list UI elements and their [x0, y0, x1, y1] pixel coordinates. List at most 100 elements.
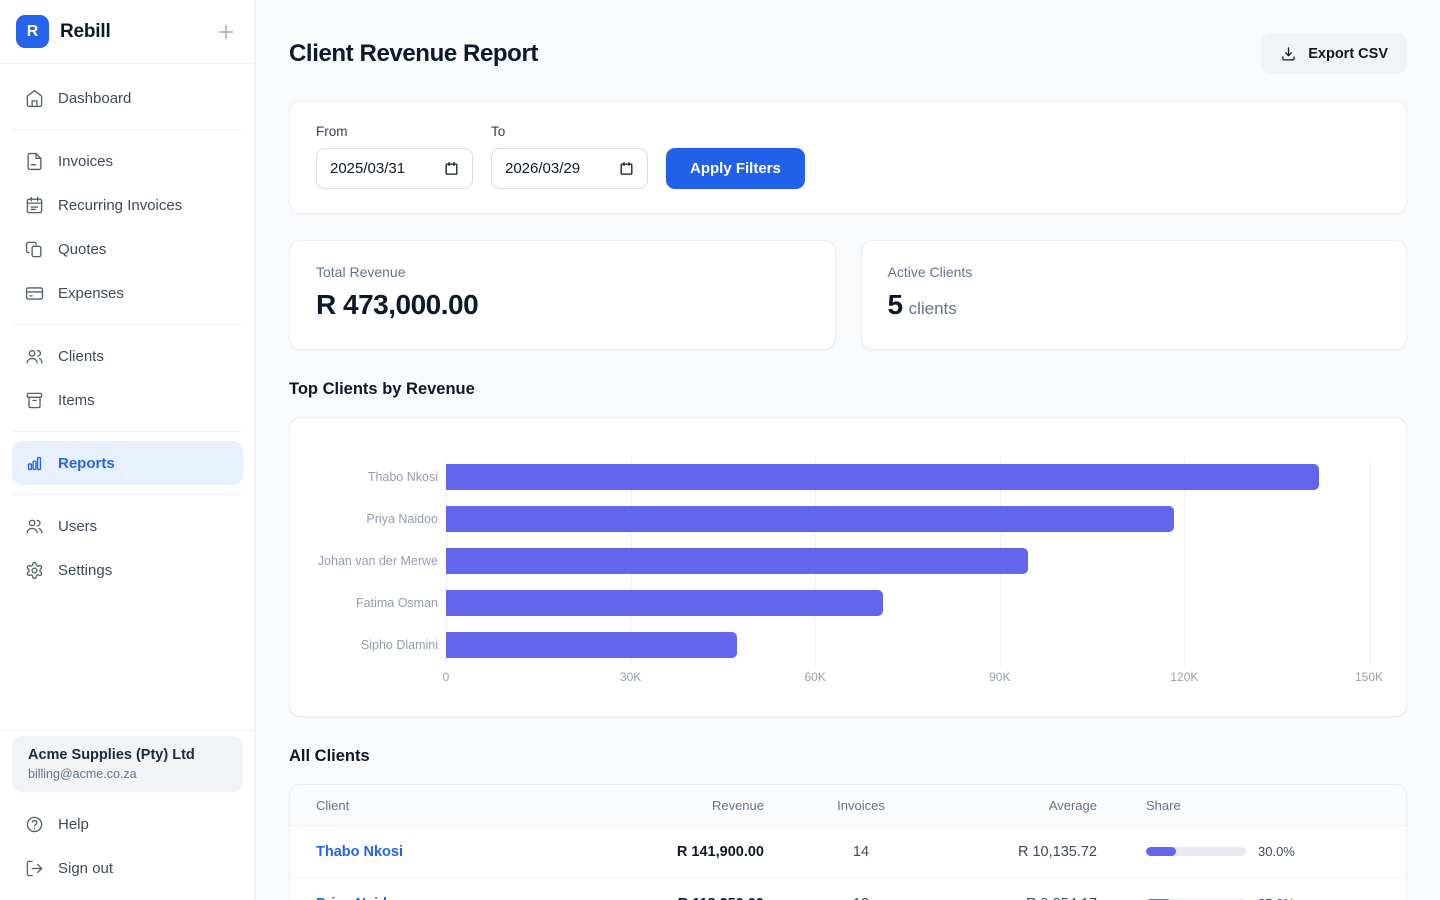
- chart-section-title: Top Clients by Revenue: [289, 380, 1407, 399]
- sidebar-item-label: Expenses: [58, 285, 124, 302]
- chart-bar-row: Johan van der Merwe: [446, 548, 1369, 574]
- sidebar-item-label: Settings: [58, 562, 112, 579]
- active-clients-suffix: clients: [909, 299, 957, 318]
- calendar-icon: [25, 196, 44, 215]
- revenue-cell: R 118,250.00: [616, 896, 764, 900]
- sidebar-item-settings[interactable]: Settings: [12, 548, 243, 592]
- sidebar-item-recurring-invoices[interactable]: Recurring Invoices: [12, 183, 243, 227]
- revenue-bar-chart: Thabo Nkosi Priya Naidoo Johan van der M…: [446, 464, 1369, 658]
- total-revenue-label: Total Revenue: [316, 264, 809, 280]
- filter-card: From 2025/03/31 To 2026/03/29 Apply Filt…: [289, 100, 1407, 214]
- app-logo: R: [16, 15, 49, 48]
- table-header-row: Client Revenue Invoices Average Share: [290, 785, 1406, 826]
- chart-bar-row: Sipho Dlamini: [446, 632, 1369, 658]
- sidebar-item-label: Quotes: [58, 241, 106, 258]
- chart-bar: [446, 464, 1319, 490]
- client-link[interactable]: Priya Naidoo: [316, 896, 616, 900]
- to-date-input[interactable]: 2026/03/29: [491, 148, 648, 189]
- average-cell: R 9,854.17: [958, 896, 1097, 900]
- main-content: Client Revenue Report Export CSV From 20…: [256, 0, 1440, 900]
- share-fill: [1146, 847, 1176, 856]
- help-button[interactable]: Help: [12, 802, 243, 846]
- from-label: From: [316, 124, 473, 139]
- plus-icon: [215, 21, 237, 43]
- chart-category-label: Priya Naidoo: [366, 512, 438, 526]
- clients-table: Client Revenue Invoices Average Share Th…: [289, 784, 1407, 900]
- share-label: 30.0%: [1258, 844, 1295, 859]
- total-revenue-value: R 473,000.00: [316, 289, 809, 321]
- chart-bar-row: Thabo Nkosi: [446, 464, 1369, 490]
- calendar-picker-icon[interactable]: [444, 161, 459, 176]
- nav-divider: [13, 324, 242, 325]
- export-csv-label: Export CSV: [1308, 46, 1388, 62]
- to-field: To 2026/03/29: [491, 124, 648, 189]
- client-link[interactable]: Thabo Nkosi: [316, 844, 616, 860]
- download-icon: [1280, 45, 1297, 62]
- sidebar-item-label: Recurring Invoices: [58, 197, 182, 214]
- page-title: Client Revenue Report: [289, 40, 538, 68]
- share-label: 25.0%: [1258, 896, 1295, 900]
- chart-bar: [446, 548, 1028, 574]
- sidebar-item-label: Invoices: [58, 153, 113, 170]
- home-icon: [25, 89, 44, 108]
- table-row: Thabo Nkosi R 141,900.00 14 R 10,135.72 …: [290, 826, 1406, 878]
- stats-row: Total Revenue R 473,000.00 Active Client…: [289, 240, 1407, 350]
- sidebar-item-reports[interactable]: Reports: [12, 441, 243, 485]
- chart-bar: [446, 590, 883, 616]
- from-date-input[interactable]: 2025/03/31: [316, 148, 473, 189]
- add-button[interactable]: [215, 21, 237, 43]
- export-csv-button[interactable]: Export CSV: [1261, 33, 1407, 74]
- sidebar-header: R Rebill: [0, 0, 255, 64]
- calendar-picker-icon[interactable]: [619, 161, 634, 176]
- sidebar-item-invoices[interactable]: Invoices: [12, 139, 243, 183]
- sign-out-label: Sign out: [58, 860, 113, 877]
- revenue-cell: R 141,900.00: [616, 844, 764, 860]
- sidebar-item-quotes[interactable]: Quotes: [12, 227, 243, 271]
- to-date-value: 2026/03/29: [505, 160, 580, 177]
- invoices-cell: 14: [764, 844, 958, 860]
- share-cell: 25.0%: [1097, 896, 1380, 900]
- share-progress-track: [1146, 847, 1246, 856]
- sidebar-item-clients[interactable]: Clients: [12, 334, 243, 378]
- sidebar-item-label: Users: [58, 518, 97, 535]
- apply-filters-button[interactable]: Apply Filters: [666, 148, 805, 189]
- total-revenue-card: Total Revenue R 473,000.00: [289, 240, 836, 350]
- chart-category-label: Fatima Osman: [356, 596, 438, 610]
- from-field: From 2025/03/31: [316, 124, 473, 189]
- sidebar-item-items[interactable]: Items: [12, 378, 243, 422]
- column-header-invoices: Invoices: [764, 798, 958, 813]
- sidebar-item-users[interactable]: Users: [12, 504, 243, 548]
- chart-tick-label: 0: [443, 670, 450, 684]
- sidebar-item-dashboard[interactable]: Dashboard: [12, 76, 243, 120]
- column-header-revenue: Revenue: [616, 798, 764, 813]
- app-logo-letter: R: [27, 23, 39, 41]
- nav-divider: [13, 494, 242, 495]
- chart-tick-label: 90K: [989, 670, 1010, 684]
- help-label: Help: [58, 816, 89, 833]
- sign-out-icon: [25, 859, 44, 878]
- column-header-share: Share: [1097, 798, 1380, 813]
- archive-icon: [25, 391, 44, 410]
- credit-card-icon: [25, 284, 44, 303]
- file-icon: [25, 152, 44, 171]
- average-cell: R 10,135.72: [958, 844, 1097, 860]
- app-name: Rebill: [60, 21, 111, 43]
- chart-bar-row: Priya Naidoo: [446, 506, 1369, 532]
- nav-divider: [13, 431, 242, 432]
- sign-out-button[interactable]: Sign out: [12, 846, 243, 890]
- chart-bar: [446, 632, 737, 658]
- users-icon: [25, 517, 44, 536]
- company-name: Acme Supplies (Pty) Ltd: [28, 747, 227, 763]
- chart-category-label: Johan van der Merwe: [318, 554, 438, 568]
- clients-icon: [25, 347, 44, 366]
- table-section-title: All Clients: [289, 747, 1407, 766]
- chart-tick-label: 30K: [620, 670, 641, 684]
- sidebar-item-label: Reports: [58, 455, 115, 472]
- active-clients-value: 5clients: [888, 289, 1381, 321]
- chart-category-label: Thabo Nkosi: [368, 470, 438, 484]
- gear-icon: [25, 561, 44, 580]
- active-clients-label: Active Clients: [888, 264, 1381, 280]
- sidebar-item-expenses[interactable]: Expenses: [12, 271, 243, 315]
- chart-tick-label: 150K: [1355, 670, 1383, 684]
- from-date-value: 2025/03/31: [330, 160, 405, 177]
